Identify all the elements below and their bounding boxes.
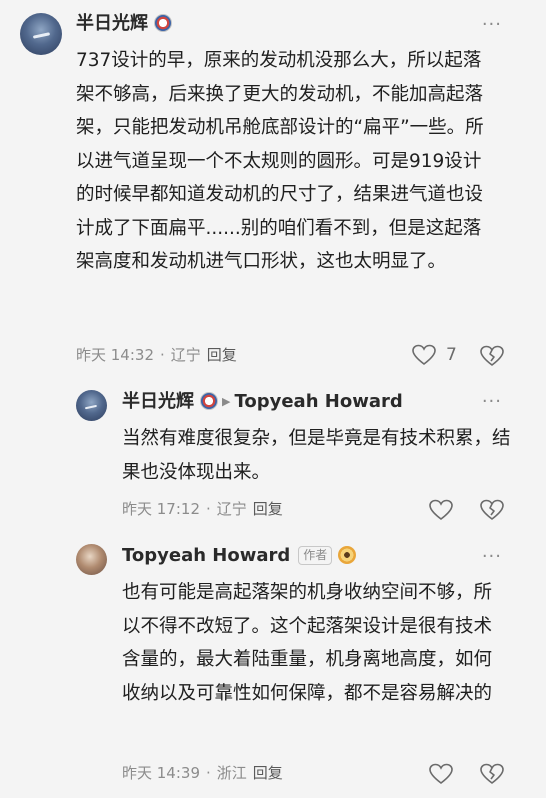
comment-meta: 昨天 14:32 · 辽宁 回复 [76,345,243,365]
more-options-icon[interactable]: ··· [482,393,502,411]
like-button[interactable] [429,763,453,785]
comment-time: 昨天 14:32 [76,346,154,364]
comment-time: 昨天 14:39 [122,764,200,782]
comment-body: 也有可能是高起落架的机身收纳空间不够，所以不得不改短了。这个起落架设计是很有技术… [122,582,493,704]
heart-outline-icon [429,763,453,785]
more-options-icon[interactable]: ··· [482,548,502,566]
avatar[interactable] [76,544,107,575]
avatar[interactable] [20,13,62,55]
emblem-badge-icon [154,14,172,32]
comment-location: 辽宁 [170,346,201,364]
username-text[interactable]: 半日光辉 [76,13,148,34]
separator-dot: · [206,764,211,782]
comment-meta: 昨天 17:12 · 辽宁 回复 [122,499,289,519]
heart-outline-icon [412,344,436,366]
username[interactable]: 半日光辉 ▶ Topyeah Howard [122,390,403,414]
comment-body: 737设计的早，原来的发动机没那么大，所以起落架不够高，后来换了更大的发动机，不… [76,50,484,272]
comment-location: 辽宁 [216,500,247,518]
reply-button[interactable]: 回复 [253,500,283,518]
username-text[interactable]: 半日光辉 [122,391,194,412]
reply-button[interactable]: 回复 [253,764,283,782]
heart-broken-icon[interactable] [480,345,504,367]
like-count: 7 [446,345,457,365]
emblem-badge-icon [200,392,218,410]
reply-to-username[interactable]: Topyeah Howard [234,391,402,412]
comment-body: 当然有难度很复杂，但是毕竟是有技术积累，结果也没体现出来。 [122,428,511,483]
heart-broken-icon[interactable] [480,499,504,521]
reply-button[interactable]: 回复 [207,346,237,364]
heart-broken-icon[interactable] [480,763,504,785]
triangle-right-icon: ▶ [222,395,231,408]
separator-dot: · [206,500,211,518]
username[interactable]: 半日光辉 [76,12,172,36]
separator-dot: · [160,346,165,364]
like-button[interactable]: 7 [412,344,457,366]
username-text[interactable]: Topyeah Howard [122,545,290,566]
author-tag: 作者 [298,546,333,565]
like-button[interactable] [429,499,453,521]
avatar[interactable] [76,390,107,421]
comment-location: 浙江 [216,764,247,782]
comment-time: 昨天 17:12 [122,500,200,518]
username[interactable]: Topyeah Howard 作者 [122,544,357,568]
eye-badge-icon [338,546,357,564]
comment-meta: 昨天 14:39 · 浙江 回复 [122,763,289,783]
more-options-icon[interactable]: ··· [482,16,502,34]
heart-outline-icon [429,499,453,521]
